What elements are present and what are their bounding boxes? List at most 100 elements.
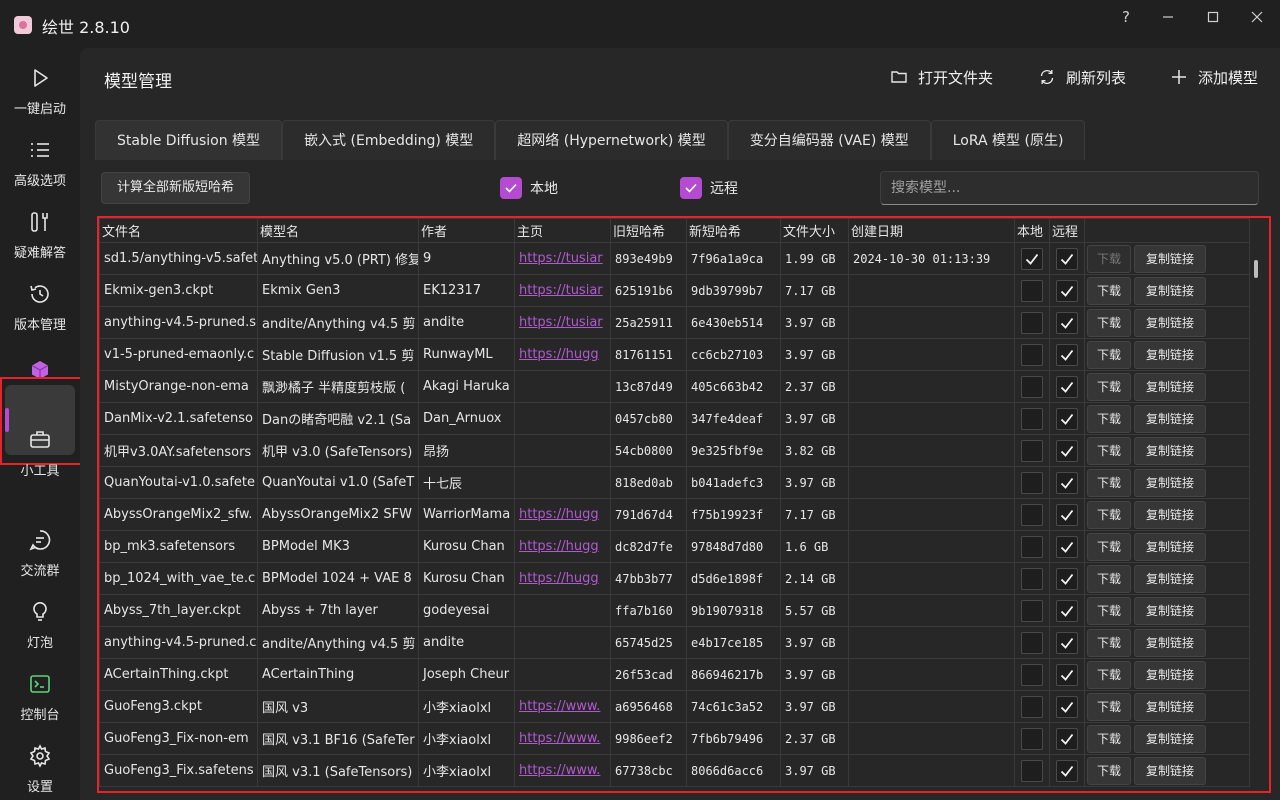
cell-homepage-link[interactable]: https://hugg <box>514 530 611 563</box>
local-checkbox[interactable] <box>1021 535 1043 558</box>
download-button[interactable]: 下载 <box>1087 564 1131 593</box>
local-checkbox[interactable] <box>1021 695 1043 718</box>
cell-homepage-link[interactable]: https://hugg <box>514 498 611 531</box>
cell-homepage-link[interactable]: https://tusiar <box>514 274 611 307</box>
column-header[interactable]: 主页 <box>514 218 611 243</box>
local-checkbox[interactable] <box>1021 599 1043 622</box>
copy-link-button[interactable]: 复制链接 <box>1134 340 1206 369</box>
download-button[interactable]: 下载 <box>1087 404 1131 433</box>
table-row[interactable]: bp_1024_with_vae_te.c BPModel 1024 + VAE … <box>99 562 1250 595</box>
table-row[interactable]: sd1.5/anything-v5.safet Anything v5.0 (PR… <box>99 242 1250 275</box>
remote-checkbox[interactable] <box>1056 727 1078 750</box>
table-row[interactable]: Ekmix-gen3.ckpt Ekmix Gen3 EK12317 https://… <box>99 274 1250 307</box>
local-checkbox[interactable] <box>1021 279 1043 302</box>
column-header[interactable]: 远程 <box>1049 218 1085 243</box>
local-checkbox[interactable] <box>1021 247 1043 270</box>
copy-link-button[interactable]: 复制链接 <box>1134 532 1206 561</box>
table-row[interactable]: GuoFeng3_Fix-non-em 国风 v3.1 BF16 (SafeTer… <box>99 722 1250 755</box>
tab-hypernetwork[interactable]: 超网络 (Hypernetwork) 模型 <box>495 120 728 160</box>
tab-vae[interactable]: 变分自编码器 (VAE) 模型 <box>727 120 931 160</box>
nav-troubleshoot[interactable]: 疑难解答 <box>0 204 80 270</box>
download-button[interactable]: 下载 <box>1087 276 1131 305</box>
remote-checkbox[interactable] <box>1056 247 1078 270</box>
download-button[interactable]: 下载 <box>1087 692 1131 721</box>
calc-new-hash-button[interactable]: 计算全部新版短哈希 <box>101 172 250 204</box>
local-checkbox[interactable] <box>1021 407 1043 430</box>
download-button[interactable]: 下载 <box>1087 436 1131 465</box>
download-button[interactable]: 下载 <box>1087 372 1131 401</box>
remote-checkbox[interactable] <box>1056 695 1078 718</box>
table-row[interactable]: QuanYoutai-v1.0.safete QuanYoutai v1.0 (S… <box>99 466 1250 499</box>
local-checkbox[interactable] <box>1021 663 1043 686</box>
local-checkbox[interactable] <box>1021 471 1043 494</box>
column-header[interactable]: 旧短哈希 <box>610 218 687 243</box>
remote-checkbox[interactable] <box>1056 631 1078 654</box>
remote-checkbox[interactable] <box>1056 663 1078 686</box>
nav-launch[interactable]: 一键启动 <box>0 60 80 126</box>
download-button[interactable]: 下载 <box>1087 500 1131 529</box>
copy-link-button[interactable]: 复制链接 <box>1134 596 1206 625</box>
download-button[interactable]: 下载 <box>1087 724 1131 753</box>
local-checkbox[interactable] <box>1021 727 1043 750</box>
table-row[interactable]: anything-v4.5-pruned.s andite/Anything v4… <box>99 306 1250 339</box>
copy-link-button[interactable]: 复制链接 <box>1134 244 1206 273</box>
remote-checkbox[interactable] <box>1056 407 1078 430</box>
copy-link-button[interactable]: 复制链接 <box>1134 500 1206 529</box>
local-checkbox[interactable] <box>1021 311 1043 334</box>
nav-console[interactable]: 控制台 <box>0 666 80 732</box>
copy-link-button[interactable]: 复制链接 <box>1134 660 1206 689</box>
table-row[interactable]: AbyssOrangeMix2_sfw. AbyssOrangeMix2 SFW W… <box>99 498 1250 531</box>
table-row[interactable]: bp_mk3.safetensors BPModel MK3 Kurosu Chan… <box>99 530 1250 563</box>
remote-checkbox[interactable] <box>1056 311 1078 334</box>
local-checkbox[interactable] <box>1021 631 1043 654</box>
column-header[interactable]: 本地 <box>1014 218 1050 243</box>
download-button[interactable]: 下载 <box>1087 340 1131 369</box>
local-checkbox[interactable] <box>1021 343 1043 366</box>
cell-homepage-link[interactable]: https://www. <box>514 722 611 755</box>
table-scrollbar[interactable] <box>1254 260 1258 278</box>
cell-homepage-link[interactable]: https://www. <box>514 754 611 787</box>
copy-link-button[interactable]: 复制链接 <box>1134 756 1206 785</box>
cell-homepage-link[interactable]: https://tusiar <box>514 306 611 339</box>
table-row[interactable]: ACertainThing.ckpt ACertainThing Joseph Ch… <box>99 658 1250 691</box>
copy-link-button[interactable]: 复制链接 <box>1134 436 1206 465</box>
remote-checkbox[interactable] <box>680 177 702 199</box>
remote-checkbox[interactable] <box>1056 343 1078 366</box>
table-row[interactable]: anything-v4.5-pruned.c andite/Anything v4… <box>99 626 1250 659</box>
add-model-button[interactable]: 添加模型 <box>1170 66 1258 88</box>
remote-checkbox[interactable] <box>1056 439 1078 462</box>
column-header[interactable]: 模型名 <box>257 218 419 243</box>
table-row[interactable]: DanMix-v2.1.safetenso Danの睹奇吧融 v2.1 (Sa Da… <box>99 402 1250 435</box>
table-row[interactable]: GuoFeng3_Fix.safetens 国风 v3.1 (SafeTensor… <box>99 754 1250 787</box>
column-header[interactable]: 新短哈希 <box>686 218 781 243</box>
tab-stable-diffusion[interactable]: Stable Diffusion 模型 <box>95 120 283 160</box>
cell-homepage-link[interactable]: https://tusiar <box>514 242 611 275</box>
download-button[interactable]: 下载 <box>1087 660 1131 689</box>
nav-settings[interactable]: 设置 <box>0 738 80 800</box>
copy-link-button[interactable]: 复制链接 <box>1134 468 1206 497</box>
local-checkbox[interactable] <box>1021 439 1043 462</box>
refresh-button[interactable]: 刷新列表 <box>1038 66 1126 88</box>
column-header[interactable]: 创建日期 <box>848 218 1015 243</box>
download-button[interactable]: 下载 <box>1087 628 1131 657</box>
minimize-button[interactable] <box>1146 4 1190 30</box>
close-button[interactable] <box>1235 4 1279 30</box>
nav-advanced[interactable]: 高级选项 <box>0 132 80 198</box>
maximize-button[interactable] <box>1191 4 1235 30</box>
table-row[interactable]: 机甲v3.0AY.safetensors 机甲 v3.0 (SafeTensors… <box>99 434 1250 467</box>
copy-link-button[interactable]: 复制链接 <box>1134 692 1206 721</box>
tab-lora[interactable]: LoRA 模型 (原生) <box>930 120 1086 160</box>
download-button[interactable]: 下载 <box>1087 756 1131 785</box>
local-checkbox[interactable] <box>1021 375 1043 398</box>
remote-checkbox[interactable] <box>1056 759 1078 782</box>
table-row[interactable]: v1-5-pruned-emaonly.c Stable Diffusion v1… <box>99 338 1250 371</box>
download-button[interactable]: 下载 <box>1087 532 1131 561</box>
cell-homepage-link[interactable]: https://hugg <box>514 338 611 371</box>
remote-checkbox[interactable] <box>1056 567 1078 590</box>
remote-filter[interactable]: 远程 <box>680 177 738 199</box>
nav-community[interactable]: 交流群 <box>0 522 80 588</box>
column-header[interactable]: 文件名 <box>99 218 258 243</box>
copy-link-button[interactable]: 复制链接 <box>1134 372 1206 401</box>
local-checkbox[interactable] <box>1021 503 1043 526</box>
search-input[interactable] <box>880 171 1259 205</box>
